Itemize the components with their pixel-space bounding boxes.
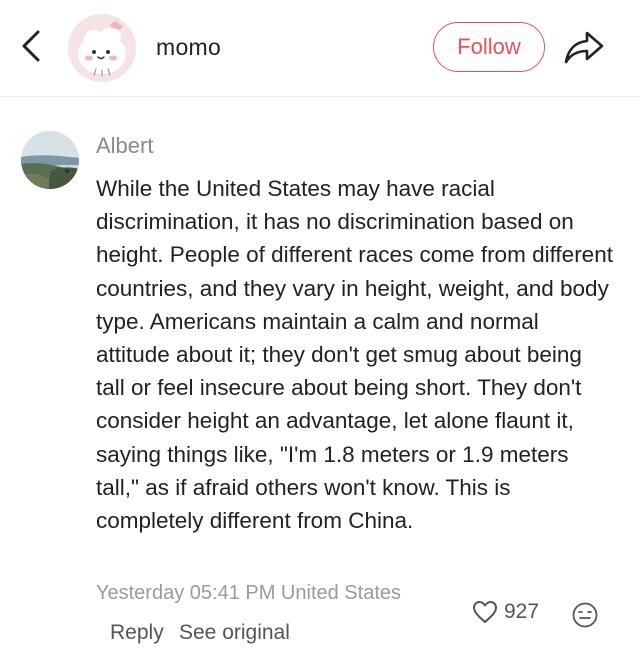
- avatar-image: [68, 14, 136, 82]
- reply-button[interactable]: Reply: [110, 621, 164, 645]
- top-bar: momo Follow: [0, 0, 640, 97]
- like-button[interactable]: 927: [472, 600, 539, 624]
- share-arrow-icon: [564, 31, 604, 64]
- chevron-left-icon: [22, 30, 40, 62]
- see-original-link[interactable]: See original: [179, 621, 290, 645]
- comment-body: While the United States may have racial …: [96, 176, 613, 534]
- emoji-face-icon: [572, 602, 598, 628]
- back-button[interactable]: [14, 26, 48, 66]
- commenter-name[interactable]: Albert: [96, 133, 153, 159]
- heart-outline-icon: [473, 601, 497, 623]
- avatar-image: [21, 131, 79, 189]
- comment-timestamp-location: Yesterday 05:41 PM United States: [96, 582, 401, 604]
- share-button[interactable]: [560, 26, 608, 68]
- author-username[interactable]: momo: [156, 34, 221, 61]
- follow-button[interactable]: Follow: [433, 22, 545, 72]
- commenter-avatar[interactable]: [21, 131, 79, 189]
- author-avatar[interactable]: [68, 14, 136, 82]
- like-count: 927: [504, 600, 540, 623]
- emoji-reaction-button[interactable]: [571, 601, 599, 629]
